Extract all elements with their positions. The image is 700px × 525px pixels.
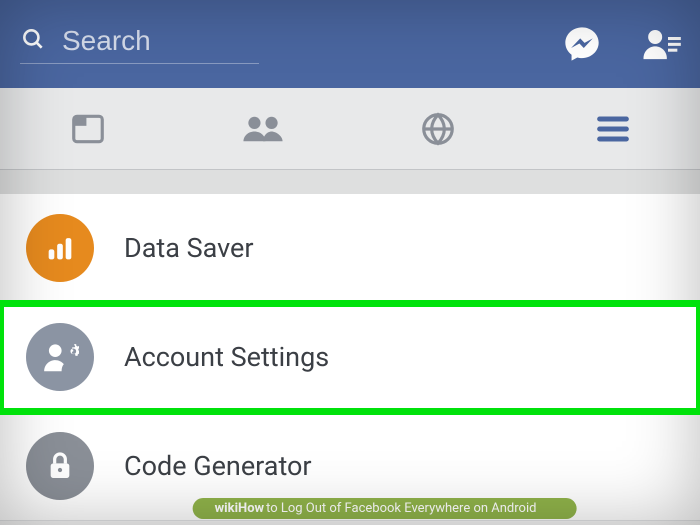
search-field[interactable]: [20, 25, 259, 64]
lock-icon: [26, 432, 94, 500]
search-input[interactable]: [62, 25, 259, 57]
caption-text: to Log Out of Facebook Everywhere on And…: [266, 501, 536, 516]
tab-notifications[interactable]: [350, 88, 525, 169]
search-icon: [20, 26, 46, 56]
tab-bar: [0, 88, 700, 170]
menu-item-label: Data Saver: [124, 232, 254, 264]
tab-newsfeed[interactable]: [0, 88, 175, 169]
caption-brand-how: How: [238, 501, 264, 516]
menu-item-account-settings[interactable]: Account Settings: [0, 303, 700, 412]
app-header: [0, 0, 700, 88]
wikihow-caption: wikiHow to Log Out of Facebook Everywher…: [193, 498, 577, 519]
tab-menu[interactable]: [525, 88, 700, 169]
person-gear-icon: [26, 323, 94, 391]
menu-item-data-saver[interactable]: Data Saver: [0, 194, 700, 303]
bar-chart-icon: [26, 214, 94, 282]
menu-item-label: Code Generator: [124, 450, 312, 482]
friend-requests-icon[interactable]: [640, 23, 682, 65]
messenger-icon[interactable]: [562, 24, 602, 64]
menu-list: Data Saver Account Settings Code Generat…: [0, 170, 700, 521]
tab-friends[interactable]: [175, 88, 350, 169]
menu-item-label: Account Settings: [124, 341, 329, 373]
caption-brand-wiki: wiki: [215, 501, 238, 516]
